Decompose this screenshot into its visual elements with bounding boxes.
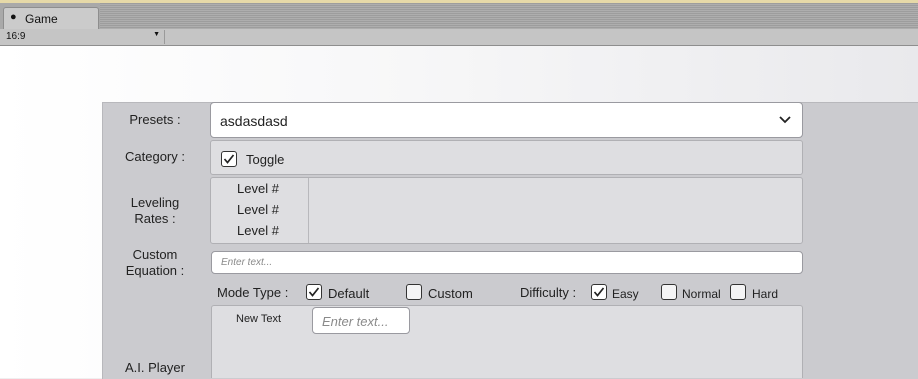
custom-equation-placeholder: Enter text... [221,257,273,268]
aspect-ratio-value: 16:9 [6,31,26,42]
leveling-divider [308,178,309,243]
category-label: Category : [125,149,185,164]
difficulty-hard-checkbox[interactable] [730,284,746,300]
ai-player-label: A.I. Player [125,360,185,375]
leveling-label-line1: Leveling [130,195,180,210]
custom-equation-label-line2: Equation : [125,263,185,278]
leveling-label-line2: Rates : [134,211,176,226]
aspect-ratio-dropdown[interactable]: 16:9 ▼ [4,30,165,44]
leveling-item: Level # [237,202,279,217]
unity-icon: ● [10,11,17,23]
difficulty-normal-checkbox[interactable] [661,284,677,300]
difficulty-hard-label: Hard [752,287,779,301]
difficulty-normal-label: Normal [682,287,721,301]
difficulty-easy-label: Easy [612,287,639,301]
presets-dropdown[interactable]: asdasdasd [210,102,803,138]
mode-default-label: Default [328,286,370,301]
game-toolbar: 16:9 ▼ [0,29,918,46]
check-icon [223,154,235,164]
presets-label: Presets : [129,112,181,127]
tab-bar: ● Game [0,3,918,30]
category-toggle-checkbox[interactable] [221,151,237,167]
mode-type-label: Mode Type : [217,285,289,300]
leveling-item: Level # [237,223,279,238]
mode-custom-label: Custom [428,286,473,301]
chevron-down-icon [779,116,791,124]
category-box [210,140,803,175]
custom-equation-input[interactable]: Enter text... [211,251,803,274]
ai-player-input[interactable]: Enter text... [312,307,410,334]
category-toggle-label: Toggle [246,152,285,167]
new-text-label: New Text [236,313,282,325]
custom-equation-label-line1: Custom [132,247,178,262]
check-icon [593,287,605,297]
ai-player-placeholder: Enter text... [322,314,389,329]
tab-game[interactable]: ● Game [3,7,99,30]
mode-default-checkbox[interactable] [306,284,322,300]
chevron-down-icon: ▼ [153,31,160,38]
check-icon [308,287,320,297]
leveling-item: Level # [237,181,279,196]
difficulty-easy-checkbox[interactable] [591,284,607,300]
leveling-rates-list: Level # Level # Level # [210,177,803,244]
presets-value: asdasdasd [220,113,288,129]
difficulty-label: Difficulty : [520,285,577,300]
tab-bar-grip[interactable] [100,3,918,29]
mode-custom-checkbox[interactable] [406,284,422,300]
ai-player-box [211,305,803,378]
tab-game-label: Game [25,12,58,26]
